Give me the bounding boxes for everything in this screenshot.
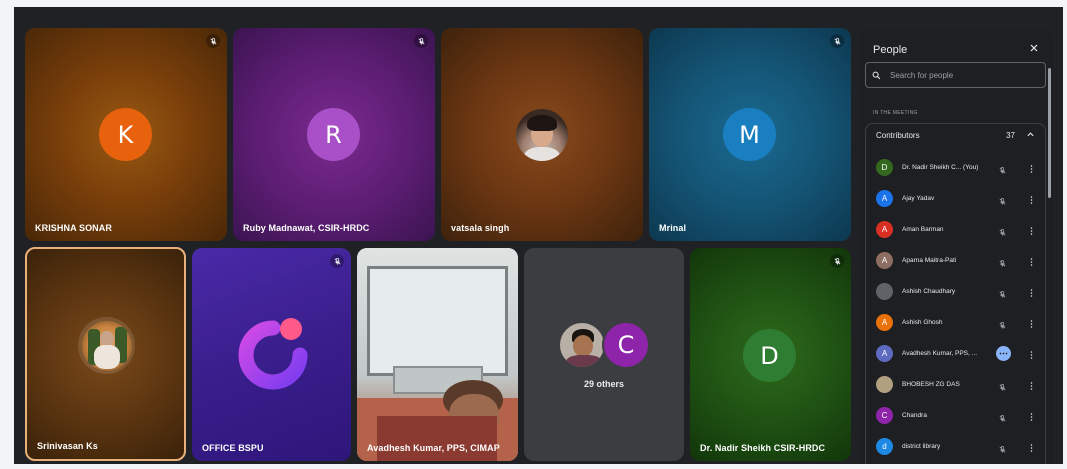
avatar: A (876, 345, 893, 362)
avatar: D (876, 159, 893, 176)
avatar-d: D (743, 329, 796, 382)
mic-muted-icon (830, 254, 844, 268)
participant-row[interactable]: A Ashish Ghosh (866, 307, 1045, 338)
contributors-count: 37 (1006, 130, 1015, 140)
contributors-header[interactable]: Contributors 37 (866, 124, 1045, 146)
participant-tile-vatsala-singh[interactable]: vatsala singh (441, 28, 643, 241)
mic-muted-icon (830, 34, 844, 48)
more-vert-icon[interactable] (1030, 378, 1033, 396)
more-vert-icon[interactable] (1030, 409, 1033, 427)
avatar: A (876, 252, 893, 269)
avatar: d (876, 438, 893, 455)
participant-photo (516, 109, 568, 161)
more-vert-icon[interactable] (1030, 316, 1033, 334)
mic-muted-icon (998, 193, 1007, 211)
contributors-group: Contributors 37 D Dr. Nadir Sheikh C... (… (865, 123, 1046, 464)
avatar-c: C (602, 321, 650, 369)
participant-name: Aparna Maitra-Pati (902, 257, 957, 264)
participant-name: Ajay Yadav (902, 195, 935, 202)
more-horizontal-icon[interactable] (996, 346, 1011, 361)
more-vert-icon[interactable] (1030, 285, 1033, 303)
people-list: D Dr. Nadir Sheikh C... (You) A Ajay Yadav A… (866, 152, 1045, 462)
mic-muted-icon (206, 34, 220, 48)
avatar: A (876, 314, 893, 331)
participant-name: district library (902, 443, 941, 450)
participant-name: Chandra (902, 412, 927, 419)
avatar (876, 376, 893, 393)
avatar: A (876, 190, 893, 207)
mic-muted-icon (998, 224, 1007, 242)
participant-name: Avadhesh Kumar, PPS, ... (902, 350, 978, 357)
participant-name: Mrinal (659, 223, 687, 233)
participant-photo (82, 321, 132, 371)
participant-row[interactable]: BHOBESH ZG DAS (866, 369, 1045, 400)
participant-name: vatsala singh (451, 223, 510, 233)
participant-tile-nadir-sheikh[interactable]: D Dr. Nadir Sheikh CSIR-HRDC (690, 248, 851, 461)
participant-name: BHOBESH ZG DAS (902, 381, 960, 388)
mic-muted-icon (998, 162, 1007, 180)
participant-tile-mrinal[interactable]: M Mrinal (649, 28, 851, 241)
mic-muted-icon (998, 317, 1007, 335)
participant-row[interactable]: Ashish Chaudhary (866, 276, 1045, 307)
search-input[interactable] (890, 70, 1030, 80)
participant-name: Ashish Ghosh (902, 319, 943, 326)
more-vert-icon[interactable] (1030, 254, 1033, 272)
chevron-up-icon[interactable] (1026, 130, 1035, 139)
mic-muted-icon (414, 34, 428, 48)
participant-row[interactable]: d district library (866, 431, 1045, 462)
mic-muted-icon (998, 379, 1007, 397)
participant-name: Avadhesh Kumar, PPS, CIMAP (367, 443, 500, 453)
more-vert-icon[interactable] (1030, 440, 1033, 458)
participant-name: OFFICE BSPU (202, 443, 264, 453)
bspu-logo-icon (238, 318, 308, 390)
meeting-window: K KRISHNA SONAR R Ruby Madnawat, CSIR-HR… (14, 7, 1063, 464)
participant-row[interactable]: A Ajay Yadav (866, 183, 1045, 214)
participant-name: Srinivasan Ks (37, 441, 98, 451)
participant-row[interactable]: A Avadhesh Kumar, PPS, ... (866, 338, 1045, 369)
panel-title: People (873, 44, 908, 56)
others-count-label: 29 others (583, 379, 625, 389)
participant-name: Dr. Nadir Sheikh C... (You) (902, 164, 979, 171)
scrollbar[interactable] (1048, 68, 1051, 198)
mic-muted-icon (998, 441, 1007, 459)
more-vert-icon[interactable] (1030, 161, 1033, 179)
mic-muted-icon (330, 254, 344, 268)
participant-row[interactable]: D Dr. Nadir Sheikh C... (You) (866, 152, 1045, 183)
more-vert-icon[interactable] (1030, 223, 1033, 241)
mic-muted-icon (998, 286, 1007, 304)
participant-tile-others[interactable]: C 29 others (524, 248, 684, 461)
avatar: C (876, 407, 893, 424)
more-vert-icon[interactable] (1030, 192, 1033, 210)
search-icon (872, 71, 881, 79)
participant-name: Dr. Nadir Sheikh CSIR-HRDC (700, 443, 826, 453)
people-panel: People IN THE MEETING Contributors 37 DD… (859, 30, 1054, 464)
contributors-label: Contributors (876, 130, 920, 140)
participant-tile-krishna-sonar[interactable]: K KRISHNA SONAR (25, 28, 227, 241)
participant-row[interactable]: A Aparna Maitra-Pati (866, 245, 1045, 276)
avatar-r: R (307, 108, 360, 161)
participant-name: Ruby Madnawat, CSIR-HRDC (243, 223, 370, 233)
participant-photo (558, 321, 606, 369)
avatar (876, 283, 893, 300)
avatar-m: M (723, 108, 776, 161)
participant-tile-srinivasan-ks[interactable]: Srinivasan Ks (25, 247, 186, 461)
avatar-k: K (99, 108, 152, 161)
participant-name: Ashish Chaudhary (902, 288, 956, 295)
participant-name: Aman Barman (902, 226, 944, 233)
participant-tile-avadhesh-kumar[interactable]: Avadhesh Kumar, PPS, CIMAP (357, 248, 518, 461)
participant-row[interactable]: C Chandra (866, 400, 1045, 431)
mic-muted-icon (998, 410, 1007, 428)
participant-tile-ruby-madnawat[interactable]: R Ruby Madnawat, CSIR-HRDC (233, 28, 435, 241)
search-box[interactable] (865, 62, 1046, 88)
section-label: IN THE MEETING (873, 110, 918, 116)
avatar: A (876, 221, 893, 238)
participant-row[interactable]: A Aman Barman (866, 214, 1045, 245)
participant-tile-office-bspu[interactable]: OFFICE BSPU (192, 248, 351, 461)
more-vert-icon[interactable] (1030, 347, 1033, 365)
close-icon[interactable] (1024, 38, 1044, 58)
mic-muted-icon (998, 255, 1007, 273)
participant-name: KRISHNA SONAR (35, 223, 112, 233)
